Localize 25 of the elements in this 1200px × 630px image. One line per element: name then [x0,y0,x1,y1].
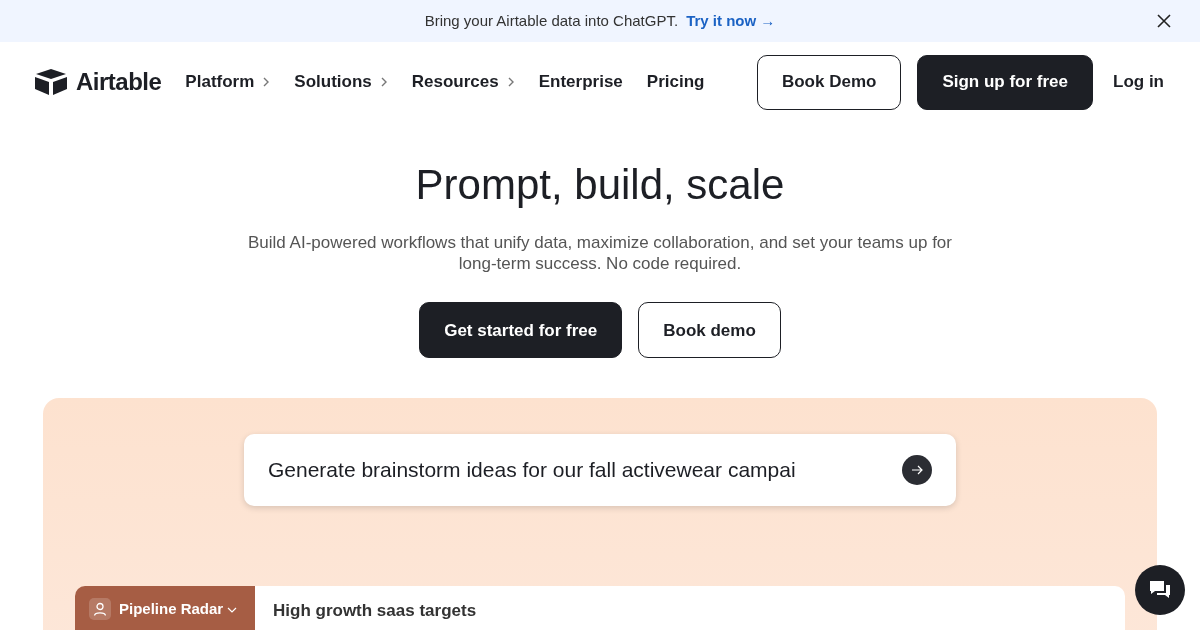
nav-link[interactable]: Solutions [294,69,388,95]
arrow-right-icon [911,465,923,476]
logo-icon [34,68,68,96]
banner-text: Bring your Airtable data into ChatGPT. [424,10,679,31]
person-icon [93,602,107,617]
log-in-link[interactable]: Log in [1109,54,1168,110]
sign-up-button[interactable]: Sign up for free [917,54,1093,110]
nav-link[interactable]: Platform [185,69,271,95]
caret-icon [227,606,238,613]
hero-subtitle: Build AI-powered workflows that unify data, maximize collaboration, and set your teams up for long-term success. No code required. [247,232,953,275]
hero-title: Prompt, build, scale [414,160,786,210]
book-demo-button[interactable]: Book Demo [756,54,902,110]
close-icon[interactable] [1156,13,1172,29]
nav-link[interactable]: Pricing [646,69,705,95]
nav-link[interactable]: Resources [411,69,515,95]
workspace-dropdown[interactable]: Pipeline Radar [119,598,238,621]
prompt-field[interactable]: Generate brainstorm ideas for our fall activewear campai [244,434,956,507]
get-started-button[interactable]: Get started for free [419,302,623,359]
logo-text: Airtable [76,67,162,97]
view-title: High growth saas targets [273,601,477,621]
chat-button[interactable] [1135,565,1185,615]
nav-link[interactable]: Enterprise [538,69,623,95]
try-it-now-link[interactable]: Try it now → [686,9,776,33]
book-demo-button[interactable]: Book demo [638,302,781,359]
chat-icon [1149,580,1171,600]
